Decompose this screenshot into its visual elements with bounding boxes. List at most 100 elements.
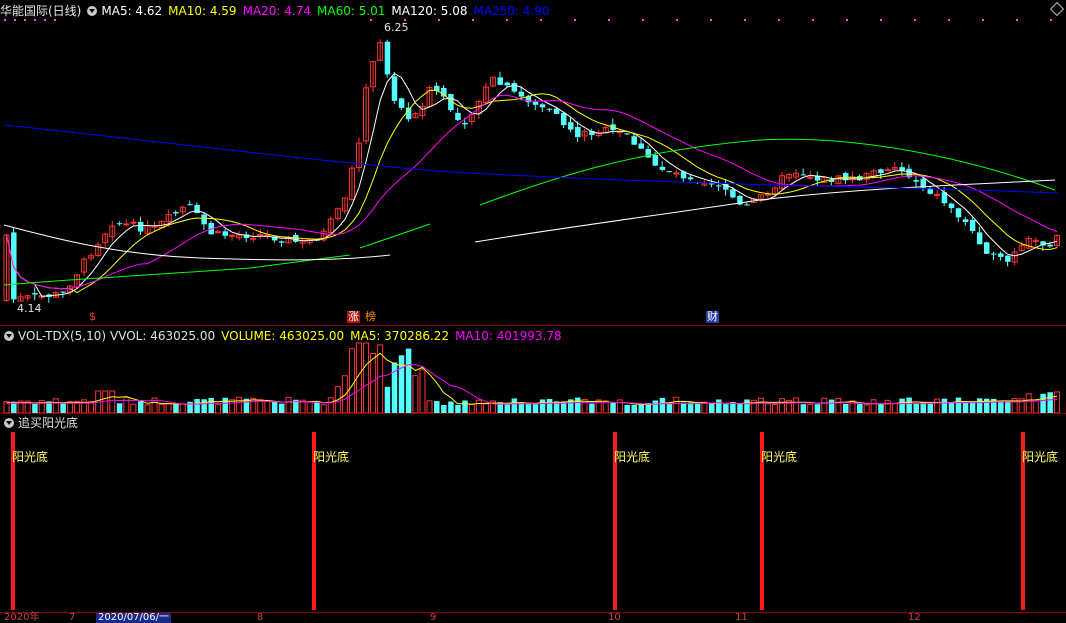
candle-body — [391, 76, 398, 101]
top-dot — [812, 19, 814, 21]
volume-bar — [857, 404, 863, 413]
top-dot — [44, 19, 46, 21]
axis-label-sep: 9 — [430, 612, 437, 623]
panel-separator — [0, 413, 1066, 414]
candle-body — [800, 174, 807, 176]
volume-bar — [750, 399, 757, 414]
candle-body — [624, 133, 630, 135]
top-dot — [744, 19, 746, 21]
volume-bar — [631, 404, 637, 413]
candle-body — [173, 211, 179, 214]
volume-bar — [589, 403, 595, 413]
candle-body — [983, 242, 990, 254]
volume-bar — [638, 404, 644, 413]
volume-bar — [948, 402, 955, 413]
candle-body — [934, 193, 941, 196]
volume-bar — [419, 369, 426, 414]
axis-label-jul: 7 — [69, 612, 76, 623]
volume-bar — [179, 403, 186, 414]
candle-body — [955, 208, 962, 218]
volume-ma5-line — [6, 352, 1058, 406]
volume-bar — [441, 404, 447, 413]
candle-body — [504, 82, 511, 86]
top-dot — [540, 19, 542, 21]
candle-body — [455, 112, 461, 120]
top-dot — [914, 19, 916, 21]
event-marker-dollar[interactable]: $ — [88, 311, 97, 323]
axis-label-nov: 11 — [735, 612, 748, 623]
candle-body — [539, 104, 546, 108]
volume-bar — [426, 400, 433, 414]
candle-body — [1047, 244, 1053, 247]
candle-body — [194, 204, 200, 214]
top-dot — [1050, 19, 1052, 21]
volume-bar — [716, 399, 722, 413]
volume-bar — [137, 401, 144, 413]
volume-bar — [32, 404, 38, 413]
volume-bar — [652, 400, 659, 413]
volume-chart[interactable] — [0, 326, 1066, 414]
volume-bar — [116, 403, 123, 413]
volume-bar — [934, 398, 941, 414]
top-dot — [506, 19, 508, 21]
volume-bar — [434, 401, 440, 413]
top-dot — [948, 19, 950, 21]
event-marker-bang[interactable]: 榜 — [364, 311, 377, 323]
volume-bar — [525, 402, 532, 413]
candle-body — [716, 185, 722, 187]
volume-bar — [130, 403, 137, 414]
volume-bar — [194, 398, 200, 413]
top-dot — [54, 19, 56, 21]
time-axis: 2020年 7 2020/07/06/一 8 9 10 11 12 — [0, 613, 1066, 623]
ma10-line — [6, 89, 1058, 294]
candle-body — [398, 98, 405, 108]
signal-label: 阳光底 — [1022, 450, 1059, 464]
ma5-line — [6, 72, 1058, 297]
ma60-line — [3, 138, 1056, 286]
candle-body — [201, 214, 207, 225]
volume-bar — [52, 398, 59, 414]
volume-bar — [468, 403, 475, 414]
candle-body — [976, 232, 983, 245]
volume-bar — [913, 403, 919, 413]
volume-bar — [144, 404, 151, 414]
volume-bar — [271, 401, 278, 413]
top-dot — [710, 19, 712, 21]
top-dot — [982, 19, 984, 21]
candle-body — [631, 136, 637, 145]
volume-bar — [215, 404, 221, 414]
volume-bar — [264, 400, 271, 414]
event-marker-zhang[interactable]: 涨 — [347, 311, 360, 323]
candle-body — [462, 122, 468, 125]
volume-bar — [680, 402, 687, 413]
candle-body — [560, 112, 567, 126]
indicator-panel-menu-icon[interactable] — [4, 418, 14, 428]
volume-bar — [616, 399, 623, 414]
volume-bar — [455, 404, 461, 413]
volume-bar — [201, 399, 207, 413]
volume-bar — [899, 398, 905, 413]
volume-bar — [384, 386, 391, 413]
candle-body — [673, 172, 680, 175]
volume-bar — [102, 390, 109, 414]
volume-bar — [1025, 393, 1032, 414]
volume-bar — [1005, 401, 1011, 413]
ma120-line — [3, 179, 1056, 261]
ma20-line — [6, 94, 1058, 290]
candle-body — [511, 82, 518, 92]
signal-label: 阳光底 — [761, 450, 798, 464]
event-marker-cai[interactable]: 财 — [706, 311, 719, 323]
volume-bar — [109, 390, 116, 414]
candle-body — [659, 166, 666, 170]
top-dot — [880, 19, 882, 21]
volume-bar — [828, 399, 835, 413]
axis-label-cursor-date: 2020/07/06/一 — [96, 612, 172, 623]
volume-bar — [532, 404, 539, 413]
volume-bar — [448, 401, 454, 413]
candle-body — [60, 291, 66, 293]
price-chart[interactable] — [0, 0, 1066, 326]
volume-bar — [624, 404, 630, 413]
volume-bar — [348, 348, 355, 414]
volume-bar — [363, 342, 370, 414]
top-dot — [1016, 19, 1018, 21]
